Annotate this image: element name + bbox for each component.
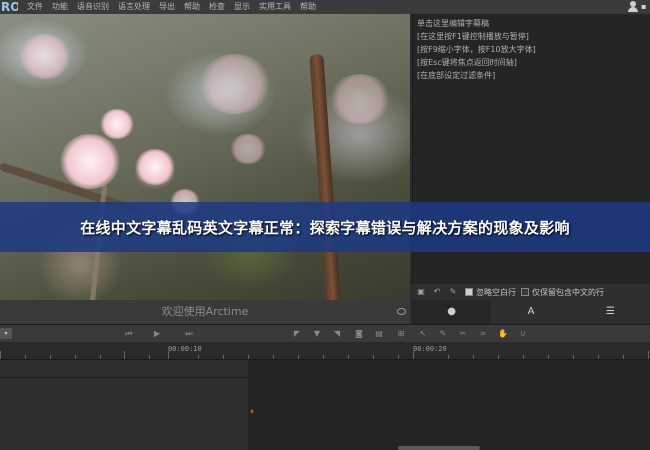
eye-icon[interactable] — [397, 308, 406, 315]
edit-icon[interactable]: ✎ — [438, 328, 448, 339]
editor-line[interactable]: [在底部设定过滤条件] — [417, 70, 495, 81]
video-blossom — [135, 149, 175, 185]
headline-banner: 在线中文字幕乱码英文字幕正常：探索字幕错误与解决方案的现象及影响 — [0, 202, 650, 252]
next-icon[interactable]: ⏭ — [184, 328, 194, 339]
video-preview[interactable] — [0, 14, 410, 300]
menu-display[interactable]: 显示 — [234, 0, 250, 14]
tab-list-icon[interactable]: ☰ — [571, 300, 650, 324]
menu-language-processing[interactable]: 语言处理 — [118, 0, 150, 14]
menu-help-2[interactable]: 帮助 — [300, 0, 316, 14]
link-icon[interactable]: ∞ — [478, 328, 488, 339]
panel-tabs: ● A ☰ — [412, 300, 650, 324]
skip-blank-checkbox[interactable] — [465, 288, 473, 296]
menu-check[interactable]: 检查 — [209, 0, 225, 14]
down-marker-icon[interactable]: ▼ — [312, 328, 322, 339]
split-icon[interactable]: ⊞ — [396, 328, 406, 339]
undo-icon[interactable]: ↶ — [430, 285, 444, 299]
timeline-toolbar: ▾ ⏮ ▶ ⏭ ◤ ▼ ◥ ◙ ▤ ⊞ ↖ ✎ ✂ ∞ ✋ ∪ — [0, 324, 650, 342]
keep-chinese-checkbox[interactable] — [521, 288, 529, 296]
editor-line[interactable]: [按Esc键将焦点返回时间轴] — [417, 57, 517, 68]
menubar: RO 文件 功能 语音识别 语言处理 导出 帮助 检查 显示 实用工具 帮助 ▪ — [0, 0, 650, 14]
pen-icon[interactable]: ✎ — [446, 285, 460, 299]
hand-icon[interactable]: ✋ — [498, 328, 508, 339]
playhead-marker-icon[interactable]: ⏸ — [250, 408, 254, 416]
menu-speech-recognition[interactable]: 语音识别 — [77, 0, 109, 14]
tab-text-style-icon[interactable]: A — [491, 300, 570, 324]
menu-help-1[interactable]: 帮助 — [184, 0, 200, 14]
subtitle-toolbar: ▣ ↶ ✎ 忽略空白行 仅保留包含中文的行 — [412, 284, 650, 300]
cursor-icon[interactable]: ↖ — [418, 328, 428, 339]
timeline-ruler[interactable]: 00:00:10 00:00:20 — [0, 342, 650, 360]
video-caption-bar: 欢迎使用Arctime — [0, 300, 410, 324]
flag-icon[interactable]: ◥ — [332, 328, 342, 339]
menu-export[interactable]: 导出 — [159, 0, 175, 14]
track-header-panel[interactable] — [0, 360, 248, 450]
screen-icon[interactable]: ▣ — [414, 285, 428, 299]
editor-line[interactable]: [在这里按F1键控制播放与暂停] — [417, 31, 529, 42]
welcome-caption: 欢迎使用Arctime — [161, 305, 249, 318]
video-blossom — [20, 34, 70, 79]
video-blossom — [100, 109, 134, 139]
app-logo: RO — [1, 0, 18, 14]
window-control-icon[interactable]: ▪ — [641, 1, 646, 12]
editor-line[interactable]: [按F9缩小字体，按F10放大字体] — [417, 44, 536, 55]
ruler-label-20s: 00:00:20 — [413, 345, 447, 353]
ruler-label-10s: 00:00:10 — [168, 345, 202, 353]
cut-icon[interactable]: ✂ — [458, 328, 468, 339]
menu-function[interactable]: 功能 — [52, 0, 68, 14]
horizontal-scrollbar[interactable] — [398, 446, 480, 450]
keep-chinese-label: 仅保留包含中文的行 — [532, 287, 604, 297]
tab-chat-icon[interactable]: ● — [412, 300, 492, 324]
prev-icon[interactable]: ⏮ — [124, 328, 134, 339]
play-icon[interactable]: ▶ — [152, 328, 162, 339]
menu-file[interactable]: 文件 — [27, 0, 43, 14]
track-area[interactable] — [248, 360, 650, 450]
magnet-icon[interactable]: ∪ — [518, 328, 528, 339]
track-dropdown[interactable]: ▾ — [0, 328, 12, 339]
headline-text: 在线中文字幕乱码英文字幕正常：探索字幕错误与解决方案的现象及影响 — [80, 218, 570, 237]
editor-line[interactable]: 单击这里编辑字幕稿 — [417, 18, 489, 29]
video-blossom — [330, 74, 390, 124]
video-blossom — [60, 134, 120, 189]
user-icon[interactable] — [628, 1, 638, 12]
video-blossom — [230, 134, 266, 164]
camera-icon[interactable]: ◙ — [354, 328, 364, 339]
marker-icon[interactable]: ◤ — [292, 328, 302, 339]
image-icon[interactable]: ▤ — [374, 328, 384, 339]
video-blossom — [200, 54, 270, 114]
skip-blank-label: 忽略空白行 — [476, 287, 516, 297]
menu-tools[interactable]: 实用工具 — [259, 0, 291, 14]
